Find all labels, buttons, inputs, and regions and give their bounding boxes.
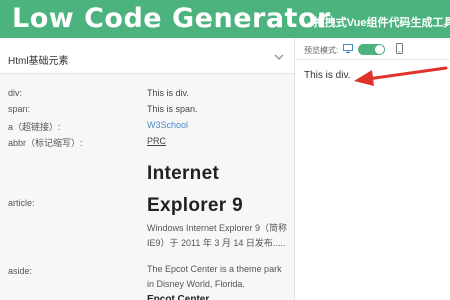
article-text-line2[interactable]: IE9）于 2011 年 3 月 14 日发布.....: [147, 236, 292, 251]
article-heading-line2[interactable]: Explorer 9: [147, 195, 243, 217]
app-header: Low Code Generator - 拖拽式Vue组件代码生成工具 小: [0, 0, 450, 38]
preview-panel: 预览模式: This is div.: [296, 38, 450, 300]
annotation-arrow-icon: [354, 66, 448, 86]
span-value[interactable]: This is span.: [147, 104, 198, 114]
article-text-line1[interactable]: Windows Internet Explorer 9（简称: [147, 221, 292, 236]
aside-label: aside:: [8, 266, 33, 276]
abbr-value[interactable]: PRC: [147, 136, 166, 146]
preview-content: This is div.: [304, 70, 351, 81]
preview-toolbar: 预览模式:: [296, 38, 450, 60]
div-value[interactable]: This is div.: [147, 88, 189, 98]
aside-heading[interactable]: Epcot Center: [147, 292, 292, 300]
app-title: Low Code Generator: [12, 3, 331, 34]
preview-mode-toggle[interactable]: [358, 44, 385, 55]
span-label: span:: [8, 104, 31, 114]
section-title: Html基础元素: [8, 56, 69, 67]
abbr-label: abbr（标记缩写）:: [8, 138, 83, 148]
chevron-down-icon[interactable]: [273, 51, 285, 63]
article-label: article:: [8, 198, 35, 208]
section-header[interactable]: Html基础元素: [0, 38, 294, 74]
toggle-knob: [375, 45, 384, 54]
aside-text-line2[interactable]: in Disney World, Florida.: [147, 277, 292, 292]
aside-text-line1[interactable]: The Epcot Center is a theme park: [147, 262, 292, 277]
app-subtitle: - 拖拽式Vue组件代码生成工具 小: [307, 17, 450, 29]
component-panel: Html基础元素 div: This is div. span: This is…: [0, 38, 295, 300]
div-label: div:: [8, 88, 23, 98]
preview-mode-label: 预览模式:: [304, 46, 339, 55]
w3school-link[interactable]: W3School: [147, 120, 188, 130]
article-heading-line1[interactable]: Internet: [147, 163, 219, 185]
a-label: a（超链接）:: [8, 122, 61, 132]
phone-icon[interactable]: [396, 43, 403, 54]
monitor-icon[interactable]: [343, 44, 353, 53]
